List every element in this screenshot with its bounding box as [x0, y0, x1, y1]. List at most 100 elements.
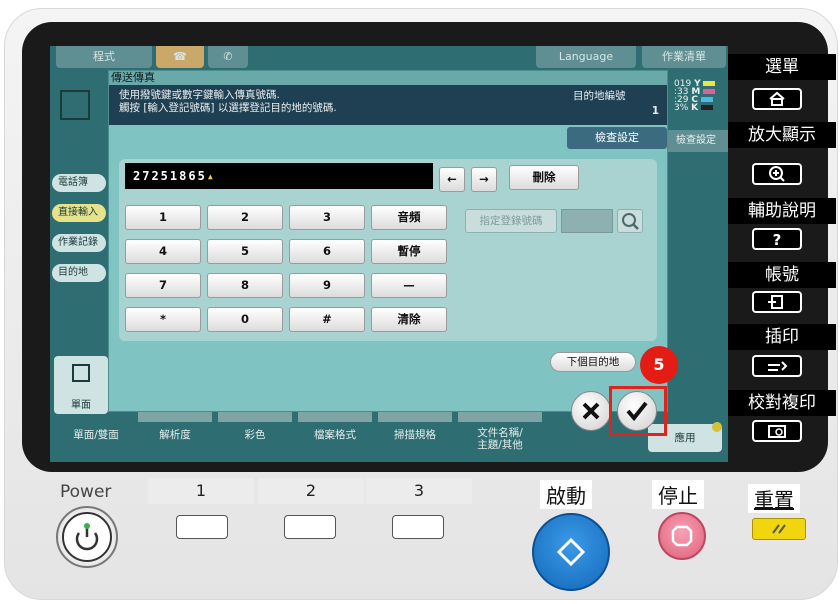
tab-language[interactable]: Language	[536, 46, 636, 68]
memory-tab-2: 2	[258, 478, 364, 504]
reset-label: 重置	[748, 484, 800, 513]
toner-indicator: 019 Y :33 M :29 C 3% K	[674, 80, 728, 113]
start-button[interactable]	[532, 513, 610, 591]
account-button[interactable]	[752, 291, 802, 313]
power-button[interactable]	[56, 506, 118, 568]
help-label: 輔助說明	[728, 198, 836, 224]
bg-check-settings[interactable]: 檢查設定	[668, 130, 728, 152]
highlight-box	[609, 386, 667, 436]
bottom-label-file-format[interactable]: 檔案格式	[298, 427, 372, 442]
menu-label: 選單	[728, 54, 836, 80]
destination-number-box: 目的地編號 1	[567, 85, 667, 125]
duplex-label: 單面	[71, 400, 91, 411]
side-btn-destination[interactable]: 目的地	[52, 264, 106, 282]
key-1[interactable]: 1	[125, 205, 201, 230]
key-4[interactable]: 4	[125, 239, 201, 264]
instruction-line-2: 觸按 [輸入登記號碼] 以選擇登記目的地的號碼.	[119, 102, 337, 114]
cursor-right-button[interactable]: →	[471, 167, 497, 192]
power-label: Power	[60, 482, 112, 502]
svg-text:?: ?	[773, 231, 782, 248]
register-number-field[interactable]	[561, 209, 613, 233]
register-number-group: 指定登錄號碼	[465, 209, 647, 237]
reset-icon	[772, 524, 786, 534]
account-label: 帳號	[728, 262, 836, 288]
menu-button[interactable]	[752, 88, 802, 110]
stop-icon	[671, 525, 693, 547]
side-btn-direct-input[interactable]: 直接輸入	[52, 204, 106, 222]
help-button[interactable]: ?	[752, 228, 802, 250]
close-icon	[582, 402, 600, 420]
magnify-plus-icon	[769, 166, 785, 182]
destination-number-value: 1	[651, 105, 659, 117]
interrupt-label: 插印	[728, 324, 836, 350]
interrupt-button[interactable]	[752, 355, 802, 377]
next-destination-button[interactable]: 下個目的地	[550, 352, 636, 372]
key-2[interactable]: 2	[207, 205, 283, 230]
fax-number-value: 27251865	[133, 169, 207, 183]
account-icon	[768, 295, 783, 309]
memory-tab-1: 1	[148, 478, 254, 504]
start-label: 啟動	[540, 480, 592, 509]
side-btn-address-book[interactable]: 電話簿	[52, 174, 106, 192]
duplex-icon	[72, 364, 90, 382]
home-icon	[769, 91, 785, 106]
key-3[interactable]: 3	[289, 205, 365, 230]
key-9[interactable]: 9	[289, 273, 365, 298]
proof-copy-button[interactable]	[752, 420, 802, 442]
key-tone[interactable]: 音頻	[371, 205, 447, 230]
power-icon	[62, 512, 112, 562]
start-diamond-icon	[556, 537, 586, 567]
zoom-label: 放大顯示	[728, 122, 836, 148]
step-badge: 5	[640, 346, 678, 384]
memory-key-3[interactable]	[392, 515, 444, 539]
key-6[interactable]: 6	[289, 239, 365, 264]
fax-icon	[60, 90, 90, 120]
handset-tab-icon[interactable]: ✆	[208, 46, 248, 68]
key-dash[interactable]: —	[371, 273, 447, 298]
memory-tab-3: 3	[366, 478, 472, 504]
tab-program[interactable]: 程式	[56, 46, 152, 68]
register-number-button[interactable]: 指定登錄號碼	[465, 209, 557, 233]
bottom-label-color[interactable]: 彩色	[218, 427, 292, 442]
bottom-label-document-name[interactable]: 文件名稱/ 主題/其他	[458, 427, 542, 451]
text-cursor: ▴	[206, 169, 217, 183]
search-icon	[622, 213, 639, 230]
stop-label: 停止	[652, 480, 704, 509]
check-settings-button[interactable]: 檢查設定	[567, 127, 667, 149]
zoom-button[interactable]	[752, 163, 802, 185]
apply-indicator	[712, 422, 722, 432]
key-8[interactable]: 8	[207, 273, 283, 298]
instruction-line-1: 使用撥號鍵或數字鍵輸入傳真號碼.	[119, 89, 280, 101]
search-button[interactable]	[617, 209, 643, 233]
interrupt-icon	[768, 361, 788, 371]
key-7[interactable]: 7	[125, 273, 201, 298]
memory-key-2[interactable]	[284, 515, 336, 539]
cursor-left-button[interactable]: ←	[439, 167, 465, 192]
key-hash[interactable]: #	[289, 307, 365, 332]
key-clear[interactable]: 清除	[371, 307, 447, 332]
destination-number-label: 目的地編號	[573, 90, 626, 102]
bottom-label-duplex[interactable]: 單面/雙面	[58, 427, 134, 442]
proof-copy-label: 校對複印	[728, 390, 836, 416]
key-5[interactable]: 5	[207, 239, 283, 264]
phone-tab-icon[interactable]: ☎	[156, 46, 204, 68]
key-pause[interactable]: 暫停	[371, 239, 447, 264]
stop-button[interactable]	[658, 512, 706, 560]
side-btn-job-log[interactable]: 作業記錄	[52, 234, 106, 252]
bottom-label-resolution[interactable]: 解析度	[138, 427, 212, 442]
toner-row-k: 3% K	[674, 104, 728, 113]
memory-key-1[interactable]	[176, 515, 228, 539]
question-icon: ?	[773, 231, 782, 249]
duplex-button[interactable]: 單面	[54, 356, 108, 414]
tab-job-list[interactable]: 作業清單	[642, 46, 726, 68]
proof-copy-icon	[768, 425, 786, 438]
key-0[interactable]: 0	[207, 307, 283, 332]
dialog-title: 傳送傳真	[109, 71, 667, 85]
reset-button[interactable]	[752, 518, 806, 540]
fax-number-input[interactable]: 27251865▴	[125, 163, 433, 189]
bottom-label-scan-settings[interactable]: 掃描規格	[378, 427, 452, 442]
dialog-instructions: 使用撥號鍵或數字鍵輸入傳真號碼. 觸按 [輸入登記號碼] 以選擇登記目的地的號碼…	[109, 85, 567, 125]
key-star[interactable]: *	[125, 307, 201, 332]
delete-button[interactable]: 刪除	[509, 165, 579, 190]
cancel-button[interactable]	[571, 391, 611, 431]
